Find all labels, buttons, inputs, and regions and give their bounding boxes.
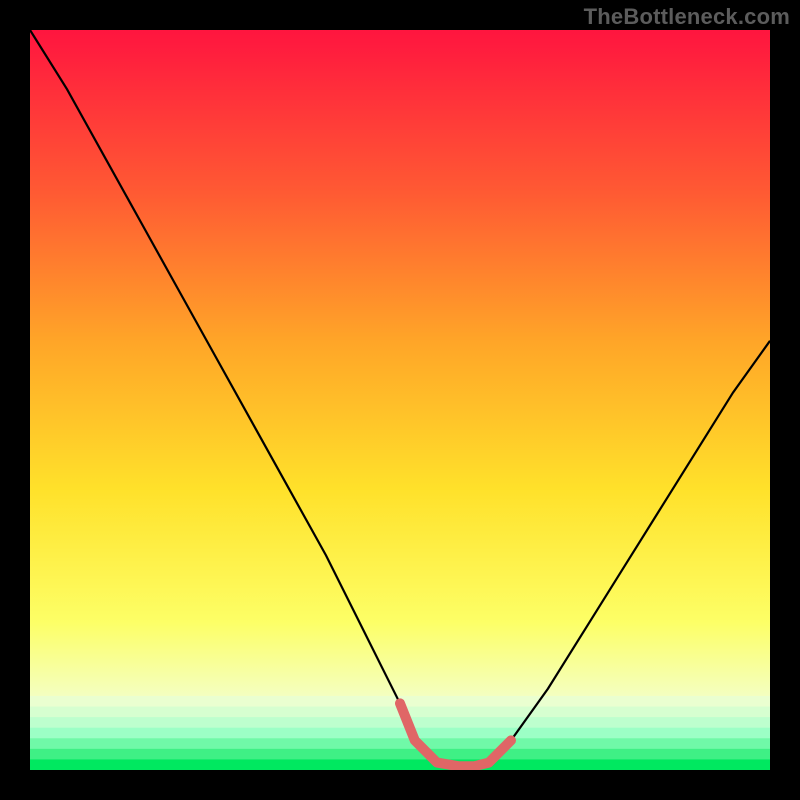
- gradient-background: [30, 30, 770, 770]
- watermark-text: TheBottleneck.com: [584, 4, 790, 30]
- chart-svg: [30, 30, 770, 770]
- plot-area: [30, 30, 770, 770]
- chart-frame: TheBottleneck.com: [0, 0, 800, 800]
